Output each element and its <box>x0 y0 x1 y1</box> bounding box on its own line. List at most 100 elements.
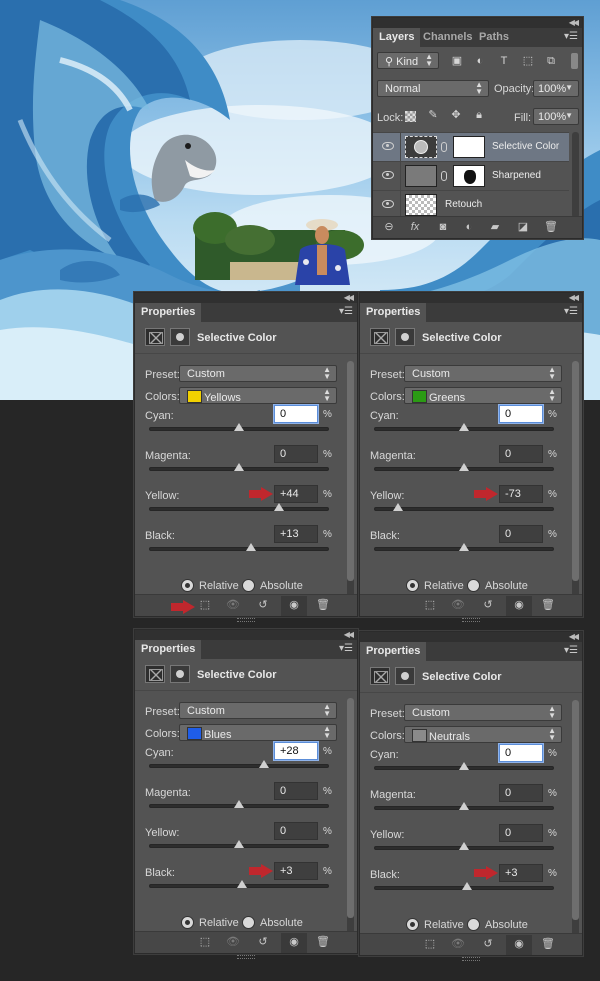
collapse-icon[interactable]: ◀◀ <box>569 632 579 641</box>
visibility-eye-icon[interactable]: ◉ <box>511 937 527 951</box>
scrollbar-thumb[interactable] <box>347 361 354 581</box>
magenta-value-field[interactable]: 0 <box>274 782 318 800</box>
preset-dropdown[interactable]: Custom ▲ ▼ <box>179 702 337 719</box>
clip-to-layer-icon[interactable]: ⬚ <box>197 935 213 949</box>
black-slider-handle[interactable] <box>236 880 247 888</box>
trash-icon[interactable]: 🗑︎ <box>540 937 556 951</box>
black-value-field[interactable]: +3 <box>274 862 318 880</box>
colors-dropdown[interactable]: Blues ▲ ▼ <box>179 724 337 741</box>
colors-dropdown[interactable]: Greens ▲ ▼ <box>404 387 562 404</box>
properties-scrollbar[interactable] <box>347 698 354 938</box>
visibility-eye-icon[interactable]: ◉ <box>511 598 527 612</box>
visibility-eye-icon[interactable] <box>382 142 394 150</box>
shape-filter-icon[interactable]: ⬚ <box>521 55 535 68</box>
visibility-eye-icon[interactable]: ◉ <box>286 935 302 949</box>
black-value-field[interactable]: +13 <box>274 525 318 543</box>
reset-icon[interactable]: ↺ <box>480 937 496 951</box>
clip-to-layer-icon[interactable]: ⬚ <box>422 937 438 951</box>
cyan-slider-handle[interactable] <box>259 760 270 768</box>
yellow-value-field[interactable]: 0 <box>499 824 543 842</box>
adjustment-type-icon[interactable] <box>370 328 390 346</box>
relative-radio[interactable] <box>181 916 194 929</box>
trash-icon[interactable]: 🗑︎ <box>543 220 559 234</box>
scrollbar-thumb[interactable] <box>572 700 579 920</box>
cyan-value-field[interactable]: 0 <box>274 405 318 423</box>
magenta-value-field[interactable]: 0 <box>499 784 543 802</box>
type-filter-icon[interactable]: T <box>497 55 511 68</box>
tab-properties[interactable]: Properties <box>360 303 427 322</box>
absolute-radio[interactable] <box>467 918 480 931</box>
visibility-eye-icon[interactable]: ◉ <box>286 598 302 612</box>
mask-icon[interactable] <box>395 667 415 685</box>
reset-icon[interactable]: ↺ <box>255 935 271 949</box>
tab-properties[interactable]: Properties <box>360 642 427 661</box>
view-previous-icon[interactable]: 👁︎ <box>450 598 466 612</box>
yellow-slider-handle[interactable] <box>234 840 244 848</box>
panel-menu-icon[interactable]: ▾☰ <box>339 306 353 317</box>
resize-grip-icon[interactable] <box>462 618 480 622</box>
add-mask-icon[interactable]: ◙ <box>435 220 451 234</box>
panel-menu-icon[interactable]: ▾☰ <box>339 643 353 654</box>
relative-radio[interactable] <box>406 579 419 592</box>
panel-menu-icon[interactable]: ▾☰ <box>564 306 578 317</box>
lock-all-icon[interactable]: 🔒︎ <box>472 109 486 122</box>
magenta-slider-handle[interactable] <box>234 463 244 471</box>
magenta-value-field[interactable]: 0 <box>499 445 543 463</box>
collapse-icon[interactable]: ◀◀ <box>344 293 354 302</box>
new-adjustment-icon[interactable]: ◐ <box>461 220 477 234</box>
visibility-eye-icon[interactable] <box>382 200 394 208</box>
resize-grip-icon[interactable] <box>237 618 255 622</box>
yellow-value-field[interactable]: 0 <box>274 822 318 840</box>
black-slider-track[interactable] <box>149 547 329 551</box>
layer-row-retouch[interactable]: Retouch <box>373 190 569 220</box>
view-previous-icon[interactable]: 👁︎ <box>225 935 241 949</box>
resize-grip-icon[interactable] <box>462 957 480 961</box>
lock-pixels-icon[interactable]: ✎ <box>426 109 440 122</box>
opacity-field[interactable]: 100% ▼ <box>533 80 579 97</box>
reset-icon[interactable]: ↺ <box>255 598 271 612</box>
layer-row-sharpened[interactable]: Sharpened <box>373 161 569 191</box>
trash-icon[interactable]: 🗑︎ <box>540 598 556 612</box>
panel-menu-icon[interactable]: ▾☰ <box>564 645 578 656</box>
chain-link-icon[interactable] <box>441 142 447 152</box>
adjustment-filter-icon[interactable]: ◐ <box>473 55 487 68</box>
scrollbar-thumb[interactable] <box>347 698 354 918</box>
magenta-slider-handle[interactable] <box>234 800 244 808</box>
magenta-slider-handle[interactable] <box>459 463 469 471</box>
view-previous-icon[interactable]: 👁︎ <box>225 598 241 612</box>
panel-menu-icon[interactable]: ▾☰ <box>564 31 578 42</box>
filter-kind-dropdown[interactable]: ⚲ Kind ▲ ▼ <box>377 52 439 69</box>
tab-channels[interactable]: Channels <box>417 28 479 47</box>
link-layers-icon[interactable]: ⊖ <box>381 220 397 234</box>
cyan-slider-handle[interactable] <box>234 423 244 431</box>
lock-position-icon[interactable]: ✥ <box>449 109 463 122</box>
magenta-value-field[interactable]: 0 <box>274 445 318 463</box>
black-value-field[interactable]: 0 <box>499 525 543 543</box>
tab-paths[interactable]: Paths <box>473 28 515 47</box>
new-layer-icon[interactable]: ◪ <box>515 220 531 234</box>
cyan-slider-handle[interactable] <box>459 423 469 431</box>
pixel-filter-icon[interactable]: ▣ <box>450 55 464 68</box>
view-previous-icon[interactable]: 👁︎ <box>450 937 466 951</box>
cyan-slider-handle[interactable] <box>459 762 469 770</box>
yellow-slider-handle[interactable] <box>393 503 404 511</box>
black-slider-handle[interactable] <box>459 543 469 551</box>
tab-properties[interactable]: Properties <box>135 640 202 659</box>
cyan-value-field[interactable]: +28 <box>274 742 318 760</box>
trash-icon[interactable]: 🗑︎ <box>315 598 331 612</box>
adjustment-type-icon[interactable] <box>145 328 165 346</box>
yellow-slider-handle[interactable] <box>273 503 284 511</box>
cyan-value-field[interactable]: 0 <box>499 744 543 762</box>
tab-layers[interactable]: Layers <box>373 28 421 47</box>
scrollbar-thumb[interactable] <box>572 361 579 581</box>
collapse-icon[interactable]: ◀◀ <box>569 18 579 27</box>
filter-toggle-switch[interactable] <box>571 53 578 69</box>
clip-to-layer-icon[interactable]: ⬚ <box>422 598 438 612</box>
colors-dropdown[interactable]: Yellows ▲ ▼ <box>179 387 337 404</box>
properties-scrollbar[interactable] <box>347 361 354 601</box>
mask-icon[interactable] <box>170 665 190 683</box>
new-group-icon[interactable]: ▰ <box>487 220 503 234</box>
trash-icon[interactable]: 🗑︎ <box>315 935 331 949</box>
relative-radio[interactable] <box>181 579 194 592</box>
preset-dropdown[interactable]: Custom ▲ ▼ <box>179 365 337 382</box>
